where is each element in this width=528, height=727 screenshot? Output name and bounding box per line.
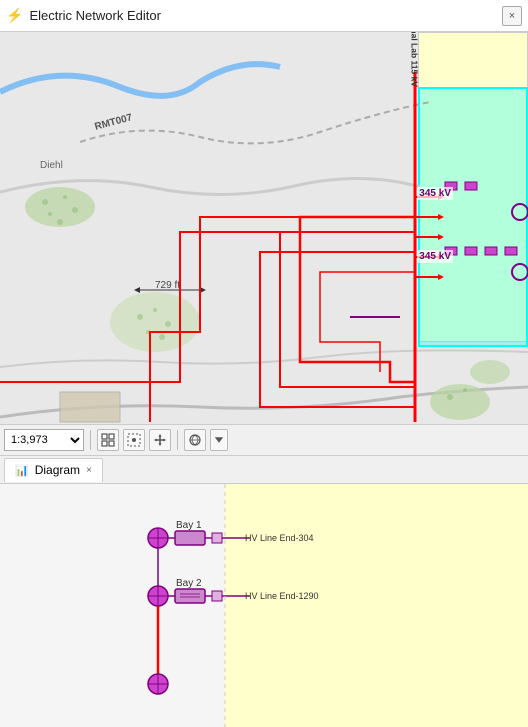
map-area: RMT007 Diehl Aurora Branch 729 ft 345 kV… — [0, 32, 528, 424]
tab-diagram[interactable]: 📊 Diagram × — [4, 458, 103, 482]
separator-2 — [177, 430, 178, 450]
toolbar: 1:3,973 — [0, 424, 528, 456]
app-icon: ⚡ — [6, 7, 23, 24]
pan-button[interactable] — [149, 429, 171, 451]
close-button[interactable]: × — [502, 6, 522, 26]
svg-text:HV Line End-304: HV Line End-304 — [245, 533, 314, 543]
dropdown-button[interactable] — [210, 429, 228, 451]
title-bar: ⚡ Electric Network Editor × — [0, 0, 528, 32]
diagram-area: Bay 1 Bay 2 HV Line End-304 HV Line End-… — [0, 484, 528, 727]
tab-diagram-label: Diagram — [35, 463, 80, 477]
separator-1 — [90, 430, 91, 450]
diagram-icon: 📊 — [15, 464, 29, 477]
kv345b-label: 345 kV — [417, 250, 453, 263]
tab-close-button[interactable]: × — [86, 465, 92, 476]
svg-text:HV Line End-1290: HV Line End-1290 — [245, 591, 319, 601]
network-button[interactable] — [184, 429, 206, 451]
svg-text:Bay 1: Bay 1 — [176, 520, 202, 531]
scale-select[interactable]: 1:3,973 — [4, 429, 84, 451]
snap-button[interactable] — [123, 429, 145, 451]
diagram-svg: Bay 1 Bay 2 HV Line End-304 HV Line End-… — [0, 484, 528, 727]
tab-bar: 📊 Diagram × — [0, 456, 528, 484]
map-svg — [0, 32, 528, 424]
window-title: Electric Network Editor — [29, 8, 496, 23]
grid-button[interactable] — [97, 429, 119, 451]
kv345a-label: 345 kV — [417, 187, 453, 200]
svg-text:Bay 2: Bay 2 — [176, 578, 202, 589]
substation-label: Femmi National Lab 115 kV — [410, 32, 420, 87]
